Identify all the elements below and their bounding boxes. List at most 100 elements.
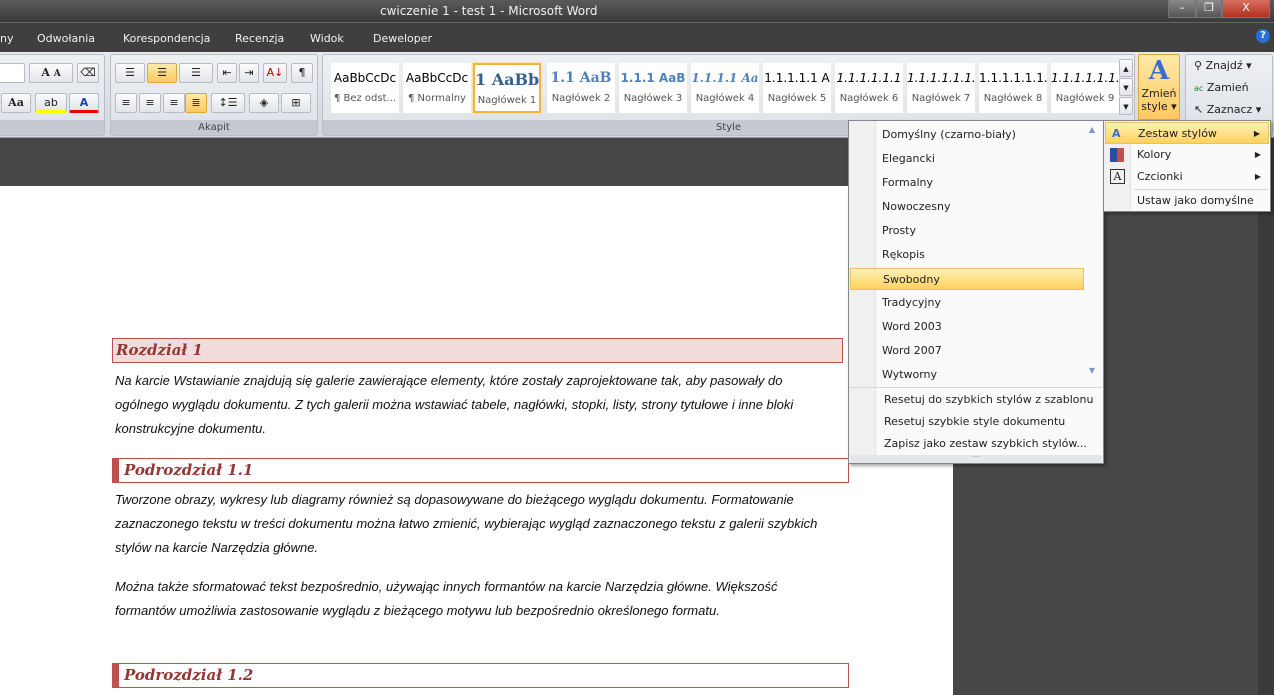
- menu-action-reset-document[interactable]: Resetuj szybkie style dokumentu: [850, 411, 1102, 433]
- change-styles-label-1: Zmień: [1141, 87, 1177, 100]
- gallery-more-icon[interactable]: ▼: [1119, 97, 1133, 115]
- menu-scrollbar[interactable]: ▲ ▼: [1083, 125, 1101, 385]
- tab-view[interactable]: Widok: [310, 32, 344, 45]
- menu-item-fonts[interactable]: A Czcionki ▶: [1105, 166, 1269, 188]
- menu-item-style-set-option[interactable]: Swobodny: [850, 268, 1084, 290]
- scroll-down-icon[interactable]: ▼: [1083, 366, 1101, 375]
- paragraph-3[interactable]: Można także sformatować tekst bezpośredn…: [115, 575, 835, 623]
- pilcrow-icon[interactable]: ¶: [291, 63, 313, 83]
- window-title: cwiczenie 1 - test 1 - Microsoft Word: [380, 4, 598, 18]
- font-color-button[interactable]: A: [69, 93, 99, 113]
- shading-icon[interactable]: ◈: [249, 93, 279, 113]
- change-case-button[interactable]: Aa: [1, 93, 31, 113]
- font-size-dropdown[interactable]: [0, 63, 25, 83]
- close-button[interactable]: X: [1222, 0, 1270, 18]
- menu-item-colors[interactable]: Kolory ▶: [1105, 144, 1269, 166]
- menu-action-save-style-set[interactable]: Zapisz jako zestaw szybkich stylów...: [850, 433, 1102, 455]
- justify-icon[interactable]: ≣: [185, 93, 207, 113]
- gallery-scroll-up-icon[interactable]: ▲: [1119, 59, 1133, 77]
- change-styles-icon: A: [1148, 56, 1170, 86]
- style-preview: 1.1 AaB: [550, 70, 612, 86]
- style-preview: 1.1.1.1 Aa: [691, 71, 759, 85]
- clear-formatting-icon[interactable]: ⌫: [77, 63, 99, 83]
- style-gallery-item[interactable]: 1.1.1.1 Aa Nagłówek 4: [691, 63, 759, 113]
- menu-item-style-set-option[interactable]: Domyślny (czarno-biały): [850, 124, 1084, 146]
- style-preview: 1.1.1.1.1.1.: [907, 71, 975, 85]
- borders-icon[interactable]: ⊞: [281, 93, 311, 113]
- tab-home-partial[interactable]: ny: [0, 32, 13, 45]
- menu-item-style-set-option[interactable]: Tradycyjny: [850, 292, 1084, 314]
- menu-item-style-set-option[interactable]: Prosty: [850, 220, 1084, 242]
- tab-references[interactable]: Odwołania: [37, 32, 95, 45]
- align-left-icon[interactable]: ≡: [115, 93, 137, 113]
- tab-review[interactable]: Recenzja: [235, 32, 284, 45]
- style-gallery-item[interactable]: AaBbCcDc ¶ Bez odst...: [331, 63, 399, 113]
- select-button[interactable]: ↖ Zaznacz ▾: [1194, 103, 1261, 116]
- find-button[interactable]: ⚲ Znajdź ▾: [1194, 59, 1252, 72]
- style-gallery-item[interactable]: 1.1 AaB Nagłówek 2: [547, 63, 615, 113]
- heading-podrozdzial-1-2[interactable]: Podrozdział 1.2: [112, 663, 849, 688]
- bullets-icon[interactable]: ☰: [115, 63, 145, 83]
- line-spacing-icon[interactable]: ↕☰: [211, 93, 245, 113]
- colors-icon: [1110, 148, 1124, 162]
- highlight-color-button[interactable]: ab: [35, 93, 67, 113]
- style-preview: 1.1.1.1.1.1.: [979, 71, 1047, 85]
- style-preview: AaBbCcDc: [405, 71, 469, 85]
- style-gallery-item[interactable]: 1 AaBb Nagłówek 1: [472, 62, 542, 114]
- replace-button[interactable]: ac Zamień: [1194, 81, 1249, 94]
- style-name: Nagłówek 8: [983, 93, 1043, 104]
- menu-item-style-set-option[interactable]: Word 2007: [850, 340, 1084, 362]
- restore-button[interactable]: ❐: [1196, 0, 1222, 18]
- style-gallery-item[interactable]: 1.1.1.1.1.1. Nagłówek 8: [979, 63, 1047, 113]
- shrink-font-icon[interactable]: A: [54, 69, 61, 79]
- align-right-icon[interactable]: ≡: [163, 93, 185, 113]
- resize-grip[interactable]: ····: [850, 455, 1102, 463]
- font-group: A A ⌫ Aa ab A: [0, 54, 105, 136]
- menu-item-style-set-option[interactable]: Nowoczesny: [850, 196, 1084, 218]
- heading-podrozdzial-1-1[interactable]: Podrozdział 1.1: [112, 458, 849, 483]
- tab-developer[interactable]: Deweloper: [373, 32, 432, 45]
- style-gallery-item[interactable]: AaBbCcDc ¶ Normalny: [403, 63, 471, 113]
- style-name: Nagłówek 2: [551, 93, 611, 104]
- style-gallery-item[interactable]: 1.1.1.1.1.1. Nagłówek 7: [907, 63, 975, 113]
- style-gallery-item[interactable]: 1.1.1.1.1.1. Nagłówek 9: [1051, 63, 1119, 113]
- multilevel-list-icon[interactable]: ☰: [179, 63, 213, 83]
- paragraph-group: ☰ ☰ ☰ ⇤ ⇥ A↓ ¶ ≡ ≡ ≡ ≣ ↕☰ ◈ ⊞ Akapit: [110, 54, 318, 136]
- style-gallery-item[interactable]: 1.1.1 AaB Nagłówek 3: [619, 63, 687, 113]
- gallery-scroll-down-icon[interactable]: ▼: [1119, 78, 1133, 96]
- style-name: Nagłówek 5: [767, 93, 827, 104]
- menu-item-style-set-option[interactable]: Wytworny: [850, 364, 1084, 386]
- menu-item-style-set-option[interactable]: Elegancki: [850, 148, 1084, 170]
- style-gallery-item[interactable]: 1.1.1.1.1.1 Nagłówek 6: [835, 63, 903, 113]
- change-styles-button[interactable]: A Zmień style ▾: [1138, 54, 1180, 120]
- menu-item-set-default[interactable]: Ustaw jako domyślne: [1105, 190, 1269, 212]
- style-name: Nagłówek 6: [839, 93, 899, 104]
- align-center-icon[interactable]: ≡: [139, 93, 161, 113]
- decrease-indent-icon[interactable]: ⇤: [217, 63, 237, 83]
- scroll-up-icon[interactable]: ▲: [1083, 125, 1101, 134]
- ribbon-tabs: ny Odwołania Korespondencja Recenzja Wid…: [0, 22, 1274, 52]
- paragraph-1[interactable]: Na karcie Wstawianie znajdują się galeri…: [115, 369, 835, 441]
- submenu-arrow-icon: ▶: [1253, 129, 1260, 138]
- heading-rozdzial-1[interactable]: Rozdział 1: [112, 338, 843, 363]
- menu-action-reset-template[interactable]: Resetuj do szybkich stylów z szablonu: [850, 389, 1102, 411]
- style-name: Nagłówek 4: [695, 93, 755, 104]
- style-set-menu: Domyślny (czarno-biały) Elegancki Formalny…: [848, 120, 1104, 464]
- increase-indent-icon[interactable]: ⇥: [239, 63, 259, 83]
- paragraph-2[interactable]: Tworzone obrazy, wykresy lub diagramy ró…: [115, 488, 835, 560]
- numbering-icon[interactable]: ☰: [147, 63, 177, 83]
- binoculars-icon: ⚲: [1194, 59, 1203, 72]
- sort-icon[interactable]: A↓: [263, 63, 287, 83]
- style-name: Nagłówek 9: [1055, 93, 1115, 104]
- menu-item-style-set[interactable]: A Zestaw stylów ▶: [1105, 122, 1269, 144]
- tab-mailings[interactable]: Korespondencja: [123, 32, 210, 45]
- style-gallery-item[interactable]: 1.1.1.1.1 A Nagłówek 5: [763, 63, 831, 113]
- menu-item-style-set-option[interactable]: Word 2003: [850, 316, 1084, 338]
- minimize-button[interactable]: –: [1168, 0, 1196, 18]
- grow-font-icon[interactable]: A: [41, 66, 50, 79]
- vertical-scrollbar[interactable]: [1258, 138, 1274, 695]
- help-icon[interactable]: ?: [1256, 29, 1270, 43]
- menu-item-style-set-option[interactable]: Rękopis: [850, 244, 1084, 266]
- menu-item-style-set-option[interactable]: Formalny: [850, 172, 1084, 194]
- grow-shrink-font-button[interactable]: A A: [29, 63, 73, 83]
